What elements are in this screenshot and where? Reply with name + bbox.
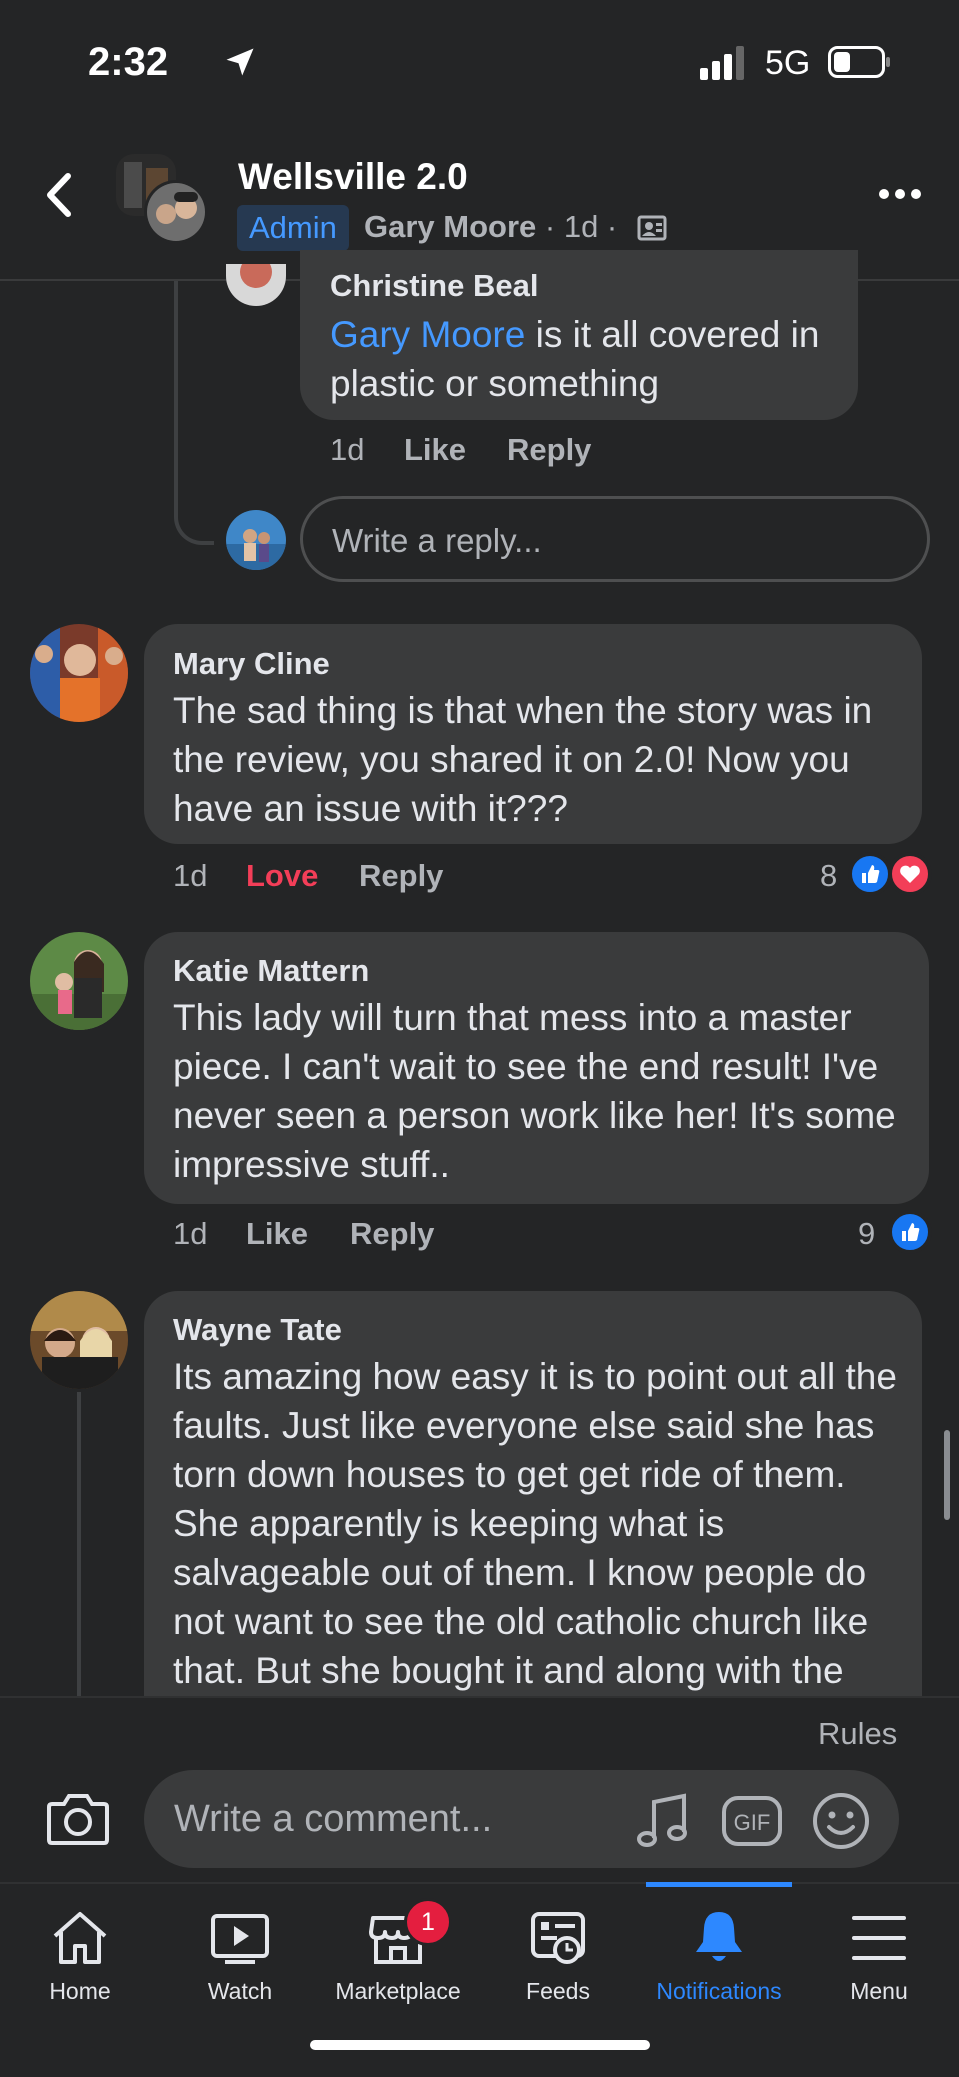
commenter-name[interactable]: Katie Mattern xyxy=(173,953,369,989)
scrollbar[interactable] xyxy=(944,1430,950,1520)
tab-label: Menu xyxy=(850,1978,908,2004)
comment-text: Gary Moore is it all covered in plastic … xyxy=(330,310,850,408)
reaction-count[interactable]: 8 xyxy=(820,858,837,894)
tab-notifications[interactable]: Notifications xyxy=(639,1908,799,2005)
avatar[interactable] xyxy=(30,624,128,722)
location-arrow-icon xyxy=(226,48,254,76)
watch-icon xyxy=(211,1914,269,1964)
svg-text:GIF: GIF xyxy=(734,1810,771,1835)
network-type: 5G xyxy=(765,44,811,82)
tab-label: Home xyxy=(49,1978,111,2004)
group-title[interactable]: Wellsville 2.0 xyxy=(238,156,468,198)
tab-label: Marketplace xyxy=(335,1978,461,2004)
commenter-name[interactable]: Mary Cline xyxy=(173,646,330,682)
thread-line xyxy=(77,1392,81,1696)
tab-watch[interactable]: Watch xyxy=(160,1908,320,2005)
reply-button[interactable]: Reply xyxy=(359,858,443,894)
home-indicator[interactable] xyxy=(310,2040,650,2050)
reaction-count[interactable]: 9 xyxy=(858,1216,875,1252)
bell-icon xyxy=(696,1912,742,1961)
emoji-icon[interactable] xyxy=(812,1792,870,1850)
active-tab-indicator xyxy=(646,1882,792,1887)
notification-badge: 1 xyxy=(404,1898,452,1946)
mention-link[interactable]: Gary Moore xyxy=(330,314,525,355)
home-icon xyxy=(53,1912,107,1964)
post-meta: Gary Moore · 1d · xyxy=(364,209,617,245)
avatar[interactable] xyxy=(30,932,128,1030)
tab-label: Watch xyxy=(207,1978,273,2004)
comment-time: 1d xyxy=(173,1216,208,1251)
comment-text: Its amazing how easy it is to point out … xyxy=(173,1356,897,1691)
camera-icon[interactable] xyxy=(46,1790,110,1846)
signal-icon xyxy=(700,46,744,80)
commenter-name[interactable]: Wayne Tate xyxy=(173,1312,342,1348)
thread-connector xyxy=(174,281,214,545)
more-options-icon[interactable] xyxy=(878,186,922,202)
back-icon[interactable] xyxy=(40,170,80,220)
admin-badge: Admin xyxy=(237,205,349,251)
battery-icon xyxy=(828,46,890,78)
comment-input-placeholder: Write a comment... xyxy=(174,1798,493,1840)
gif-icon[interactable]: GIF xyxy=(722,1796,782,1846)
reply-button[interactable]: Reply xyxy=(350,1216,434,1252)
reply-button[interactable]: Reply xyxy=(507,432,591,468)
love-button[interactable]: Love xyxy=(246,858,318,894)
comment-time: 1d xyxy=(330,432,365,467)
menu-icon xyxy=(852,1916,906,1960)
rules-link[interactable]: Rules xyxy=(818,1716,897,1752)
privacy-group-icon xyxy=(637,215,667,241)
feeds-icon xyxy=(531,1912,585,1964)
status-time: 2:32 xyxy=(88,40,169,84)
tab-label: Notifications xyxy=(656,1978,782,2004)
tab-feeds[interactable]: Feeds xyxy=(478,1908,638,2005)
post-time: · 1d · xyxy=(536,209,618,244)
post-author[interactable]: Gary Moore xyxy=(364,209,536,244)
my-avatar xyxy=(226,510,286,570)
tab-menu[interactable]: Menu xyxy=(799,1908,959,2005)
avatar[interactable] xyxy=(30,1291,128,1389)
music-icon[interactable] xyxy=(636,1792,690,1850)
like-button[interactable]: Like xyxy=(404,432,466,468)
avatar[interactable] xyxy=(226,264,286,306)
tab-home[interactable]: Home xyxy=(0,1908,160,2005)
commenter-name[interactable]: Christine Beal xyxy=(330,268,538,304)
like-reaction-icon[interactable] xyxy=(888,1210,932,1254)
reply-input-placeholder: Write a reply... xyxy=(332,522,542,559)
comment-time: 1d xyxy=(173,858,208,893)
comment-text: The sad thing is that when the story was… xyxy=(173,690,873,829)
comment-text: This lady will turn that mess into a mas… xyxy=(173,997,896,1185)
reactions-icon[interactable] xyxy=(848,852,932,896)
tab-label: Feeds xyxy=(526,1978,590,2004)
like-button[interactable]: Like xyxy=(246,1216,308,1252)
tab-marketplace[interactable]: Marketplace xyxy=(318,1908,478,2005)
group-avatar[interactable] xyxy=(116,154,208,246)
